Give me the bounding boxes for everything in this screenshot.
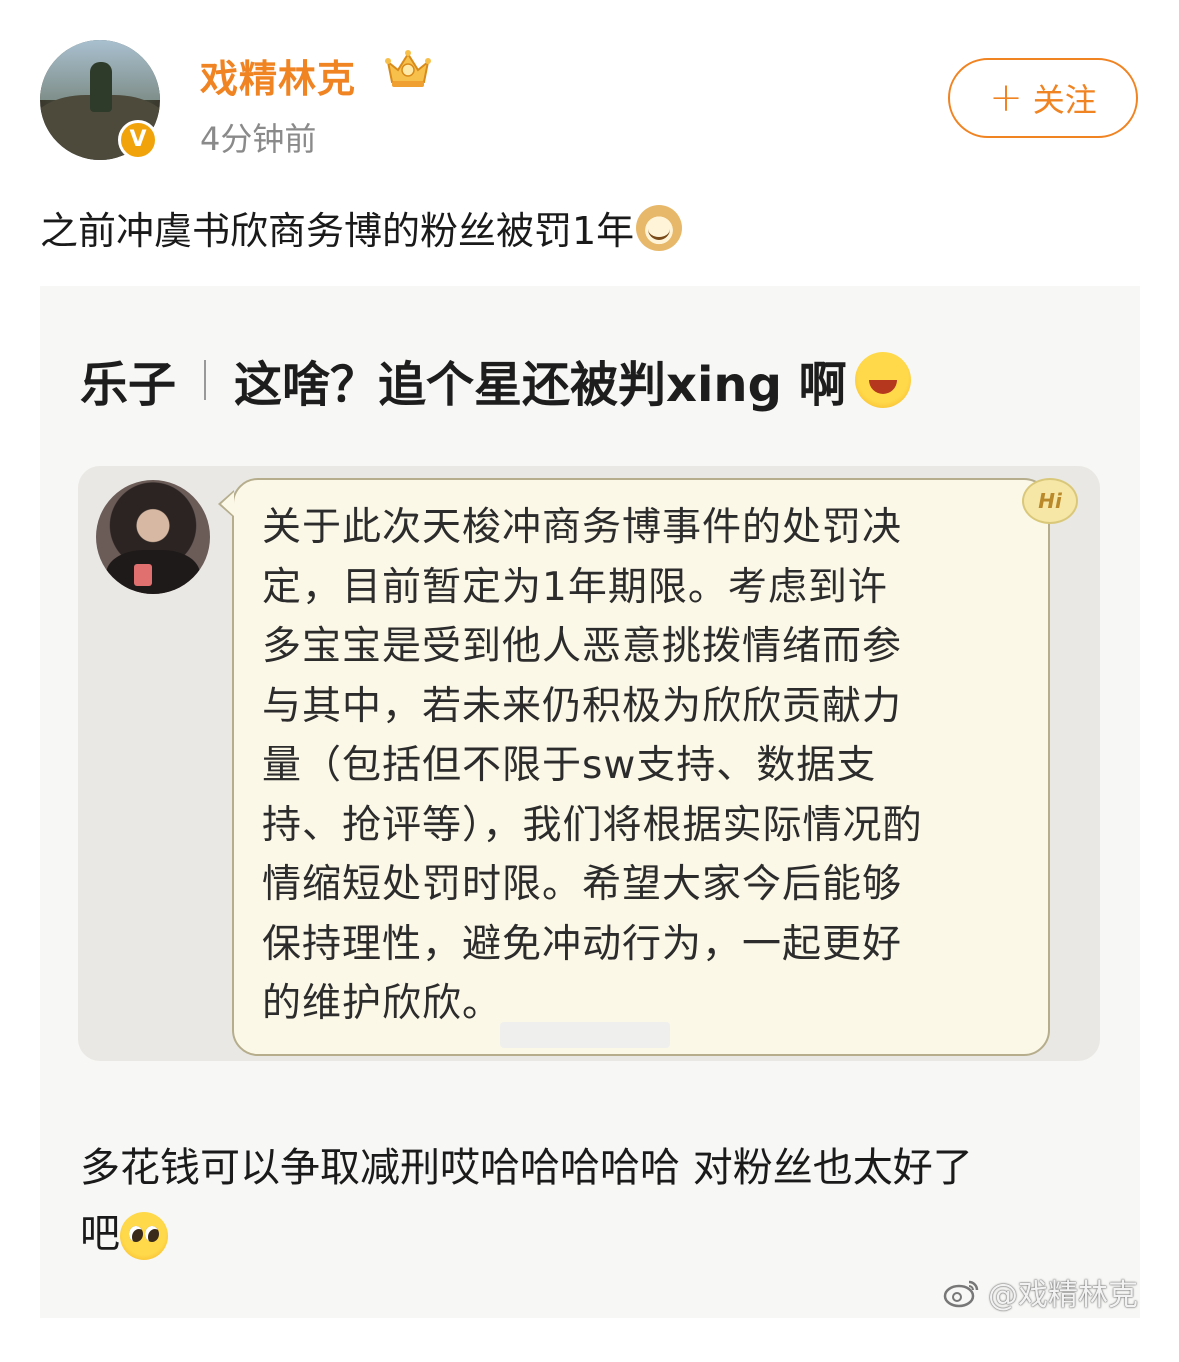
chat-avatar [96, 480, 210, 594]
follow-label: 关注 [1032, 81, 1097, 119]
image-caption: 多花钱可以争取减刑哎哈哈哈哈哈 对粉丝也太好了 吧 [80, 1135, 1080, 1267]
caption-line-1: 多花钱可以争取减刑哎哈哈哈哈哈 对粉丝也太好了 [80, 1145, 973, 1191]
title-divider [204, 360, 207, 400]
post-body: 之前冲虞书欣商务博的粉丝被罚1年 [40, 209, 635, 253]
message-text: 关于此次天梭冲商务博事件的处罚决 定，目前暂定为1年期限。考虑到许 多宝宝是受到… [262, 505, 923, 1026]
pleading-emoji-icon [120, 1212, 168, 1260]
plus-icon: + [989, 75, 1023, 121]
post-timestamp: 4分钟前 [200, 120, 317, 158]
bubble-tail-inner [221, 492, 234, 516]
post-text: 之前冲虞书欣商务博的粉丝被罚1年 [40, 200, 683, 255]
redacted-mark [500, 1022, 670, 1048]
watermark: @戏精林克 [942, 1270, 1138, 1314]
crown-icon [385, 50, 431, 87]
image-title-text: 这啥？追个星还被判xing 啊 [234, 357, 847, 413]
weibo-logo-icon [943, 1280, 979, 1308]
image-title-prefix: 乐子 [80, 357, 177, 413]
follow-button[interactable]: + 关注 [948, 58, 1138, 138]
image-title: 乐子 这啥？追个星还被判xing 啊 [80, 345, 911, 415]
laugh-crying-emoji-icon [854, 352, 911, 408]
watermark-text: @戏精林克 [988, 1278, 1138, 1313]
hi-badge-icon: Hi [1022, 478, 1078, 524]
doge-emoji-icon [636, 204, 683, 251]
verified-badge-icon: V [118, 120, 158, 160]
author-name[interactable]: 戏精林克 [200, 48, 356, 103]
caption-line-2: 吧 [80, 1211, 120, 1257]
